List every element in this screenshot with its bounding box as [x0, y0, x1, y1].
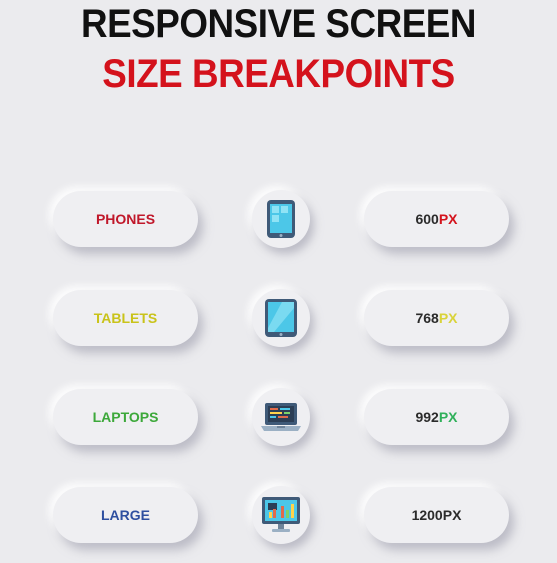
device-name: LARGE — [101, 507, 150, 523]
breakpoint-value: 1200 — [411, 507, 443, 523]
laptop-icon — [252, 388, 310, 446]
title-line-1: RESPONSIVE SCREEN — [80, 2, 477, 46]
device-name: LAPTOPS — [92, 409, 159, 425]
device-label-laptops: LAPTOPS — [53, 389, 198, 445]
device-label-phones: PHONES — [53, 191, 198, 247]
phone-icon — [252, 190, 310, 248]
device-name: TABLETS — [93, 310, 158, 326]
breakpoint-unit: PX — [438, 310, 458, 326]
breakpoint-value: 992 — [415, 409, 439, 425]
breakpoint-tablets: 768 PX — [364, 290, 509, 346]
tablet-icon — [252, 289, 310, 347]
breakpoint-laptops: 992 PX — [364, 389, 509, 445]
breakpoint-phones: 600 PX — [364, 191, 509, 247]
title-line-2: SIZE BREAKPOINTS — [102, 52, 455, 96]
breakpoint-unit: PX — [438, 211, 458, 227]
breakpoint-unit: PX — [442, 507, 462, 523]
device-name: PHONES — [95, 211, 156, 227]
device-label-tablets: TABLETS — [53, 290, 198, 346]
device-label-large: LARGE — [53, 487, 198, 543]
breakpoint-value: 768 — [415, 310, 439, 326]
breakpoint-unit: PX — [438, 409, 458, 425]
desktop-icon — [252, 486, 310, 544]
breakpoint-value: 600 — [415, 211, 439, 227]
breakpoint-large: 1200 PX — [364, 487, 509, 543]
